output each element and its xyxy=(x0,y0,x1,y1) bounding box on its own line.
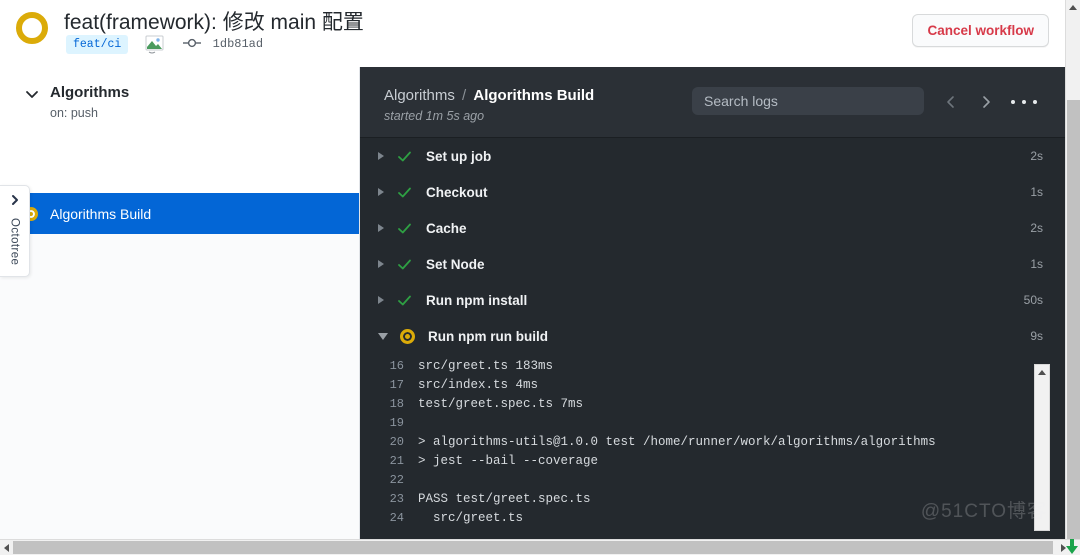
log-line-number: 17 xyxy=(389,377,404,392)
log-line-number: 16 xyxy=(389,358,404,373)
octotree-label: Octotree xyxy=(8,218,21,266)
log-line-number: 22 xyxy=(389,472,404,487)
scroll-up-arrow-icon[interactable] xyxy=(1069,5,1077,10)
in-progress-ring-icon xyxy=(16,12,48,44)
git-commit-icon xyxy=(183,36,202,55)
search-input[interactable] xyxy=(692,87,924,115)
workflow-trigger: on: push xyxy=(50,106,98,120)
check-icon xyxy=(396,292,413,309)
in-progress-ring-icon xyxy=(400,328,415,344)
triangle-right-icon[interactable] xyxy=(378,224,384,232)
chevron-left-icon[interactable] xyxy=(942,93,960,111)
check-icon xyxy=(396,256,413,273)
step-name: Run npm run build xyxy=(428,328,548,344)
step-row[interactable]: Checkout 1s xyxy=(360,174,1065,210)
log-line: 19 xyxy=(360,413,1065,432)
log-line-text: src/greet.ts 183ms xyxy=(418,358,554,373)
vertical-scrollbar-thumb[interactable] xyxy=(1067,100,1080,539)
triangle-down-icon[interactable] xyxy=(378,332,388,340)
step-name: Run npm install xyxy=(426,292,528,308)
step-duration: 50s xyxy=(1023,293,1043,307)
step-row[interactable]: Run npm install 50s xyxy=(360,282,1065,318)
step-row[interactable]: Set Node 1s xyxy=(360,246,1065,282)
log-line: 22 xyxy=(360,470,1065,489)
octotree-toggle[interactable]: Octotree xyxy=(0,185,30,277)
page-horizontal-scrollbar[interactable] xyxy=(0,539,1080,555)
chevron-down-icon[interactable] xyxy=(24,86,40,102)
page-root: feat(framework): 修改 main 配置 feat/ci 1db8… xyxy=(0,0,1080,555)
sidebar-item-algorithms-build[interactable]: Algorithms Build xyxy=(0,193,359,234)
page-title: feat(framework): 修改 main 配置 xyxy=(64,11,364,34)
step-duration: 1s xyxy=(1030,185,1043,199)
breadcrumb-separator: / xyxy=(462,87,467,104)
branch-label[interactable]: feat/ci xyxy=(66,34,129,54)
check-icon xyxy=(396,184,413,201)
download-arrow-icon[interactable] xyxy=(1066,539,1078,554)
workflow-header: feat(framework): 修改 main 配置 feat/ci 1db8… xyxy=(0,0,1065,67)
log-line-number: 18 xyxy=(389,396,404,411)
step-row[interactable]: Cache 2s xyxy=(360,210,1065,246)
header-meta: feat/ci 1db81ad xyxy=(66,34,263,56)
step-duration: 1s xyxy=(1030,257,1043,271)
jobs-sidebar: Algorithms on: push Algorithms Build xyxy=(0,67,360,539)
log-line-number: 20 xyxy=(389,434,404,449)
log-line-number: 19 xyxy=(389,415,404,430)
log-line-text: test/greet.spec.ts 7ms xyxy=(418,396,584,411)
workflow-name: Algorithms xyxy=(50,84,130,101)
log-line: 23 PASS test/greet.spec.ts xyxy=(360,489,1065,508)
log-line: 17 src/index.ts 4ms xyxy=(360,375,1065,394)
log-output[interactable]: 16 src/greet.ts 183ms 17 src/index.ts 4m… xyxy=(360,356,1065,527)
chevron-right-icon xyxy=(9,193,21,211)
avatar xyxy=(145,35,165,55)
log-line: 24 src/greet.ts xyxy=(360,508,1065,527)
breadcrumb: Algorithms / Algorithms Build xyxy=(384,87,594,104)
log-panel-header: Algorithms / Algorithms Build started 1m… xyxy=(360,67,1065,138)
job-started-time: started 1m 5s ago xyxy=(384,109,485,123)
scroll-up-arrow-icon[interactable] xyxy=(1038,370,1046,375)
step-duration: 2s xyxy=(1030,221,1043,235)
log-vertical-scrollbar[interactable] xyxy=(1034,364,1050,531)
step-name: Checkout xyxy=(426,184,488,200)
log-line-number: 23 xyxy=(389,491,404,506)
log-line-number: 21 xyxy=(389,453,404,468)
page-vertical-scrollbar[interactable] xyxy=(1065,0,1080,539)
log-panel: Algorithms / Algorithms Build started 1m… xyxy=(360,67,1065,539)
check-icon xyxy=(396,148,413,165)
step-duration: 9s xyxy=(1030,329,1043,343)
log-line-text: src/greet.ts xyxy=(418,510,524,525)
chevron-right-icon[interactable] xyxy=(977,93,995,111)
step-duration: 2s xyxy=(1030,149,1043,163)
commit-sha[interactable]: 1db81ad xyxy=(213,37,263,51)
step-row[interactable]: Set up job 2s xyxy=(360,138,1065,174)
log-line-text: > algorithms-utils@1.0.0 test /home/runn… xyxy=(418,434,936,449)
sidebar-item-label: Algorithms Build xyxy=(50,205,152,222)
horizontal-scrollbar-thumb[interactable] xyxy=(13,541,1053,554)
log-line-text: PASS test/greet.spec.ts xyxy=(418,491,591,506)
sidebar-spacer xyxy=(0,121,359,193)
log-line: 18 test/greet.spec.ts 7ms xyxy=(360,394,1065,413)
check-icon xyxy=(396,220,413,237)
breadcrumb-parent[interactable]: Algorithms xyxy=(384,87,455,104)
steps-list: Set up job 2s Checkout 1s Cache 2s Set N… xyxy=(360,138,1065,539)
step-name: Set Node xyxy=(426,256,485,272)
log-line-text: > jest --bail --coverage xyxy=(418,453,599,468)
step-name: Cache xyxy=(426,220,467,236)
kebab-menu-icon[interactable] xyxy=(1011,94,1037,110)
log-line: 16 src/greet.ts 183ms xyxy=(360,356,1065,375)
breadcrumb-current: Algorithms Build xyxy=(473,87,595,104)
log-line-text: src/index.ts 4ms xyxy=(418,377,539,392)
step-row-expanded[interactable]: Run npm run build 9s xyxy=(360,318,1065,354)
step-name: Set up job xyxy=(426,148,492,164)
triangle-right-icon[interactable] xyxy=(378,152,384,160)
triangle-right-icon[interactable] xyxy=(378,296,384,304)
cancel-workflow-button[interactable]: Cancel workflow xyxy=(912,14,1049,47)
scroll-left-arrow-icon[interactable] xyxy=(4,544,9,552)
triangle-right-icon[interactable] xyxy=(378,188,384,196)
log-line: 20 > algorithms-utils@1.0.0 test /home/r… xyxy=(360,432,1065,451)
workflow-header-row[interactable]: Algorithms on: push xyxy=(0,83,359,121)
triangle-right-icon[interactable] xyxy=(378,260,384,268)
workflow-group: Algorithms on: push xyxy=(0,67,359,193)
log-line: 21 > jest --bail --coverage xyxy=(360,451,1065,470)
log-line-number: 24 xyxy=(389,510,404,525)
